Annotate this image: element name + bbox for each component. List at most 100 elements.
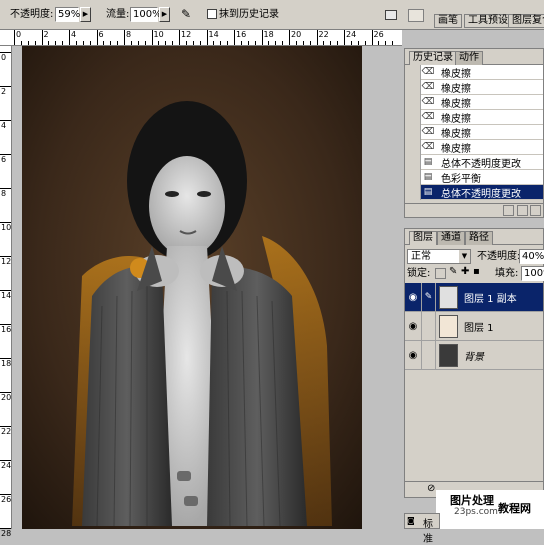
history-item[interactable]: ▤ 色彩平衡 [405,169,543,185]
opacity-slider-button[interactable]: ▶ [80,7,91,22]
layer-row[interactable]: ◉ 背景 [405,340,543,370]
layer-style-icon[interactable]: ⊘ [427,483,435,494]
history-brush-source[interactable] [405,94,421,110]
well-tab-layer-comps[interactable]: 图层复合 [508,14,544,28]
history-item-label: 橡皮擦 [441,113,471,125]
eraser-icon: ⌫ [421,82,435,92]
vertical-ruler: 0 2 4 6 8 10 12 14 16 18 20 22 24 26 28 [0,46,12,538]
layer-name[interactable]: 图层 1 副本 [458,290,517,305]
tab-paths[interactable]: 路径 [465,231,493,245]
layer-thumbnail[interactable] [439,314,458,338]
history-brush-source[interactable] [405,169,421,185]
ruler-minor-tick [192,41,194,45]
history-item[interactable]: ▤ 总体不透明度更改 [405,184,543,200]
flow-field[interactable]: 100% [130,7,162,22]
history-item[interactable]: ⌫ 橡皮擦 [405,94,543,110]
lock-image-icon[interactable]: ✎ [449,266,457,277]
document-image[interactable] [22,46,362,529]
palette-well: 画笔 工具预设 图层复合 [402,0,544,30]
history-item[interactable]: ⌫ 橡皮擦 [405,79,543,95]
eye-icon[interactable]: ◉ [405,282,422,312]
tab-channels[interactable]: 通道 [437,231,465,245]
history-item-label: 总体不透明度更改 [441,188,521,200]
trash-icon[interactable] [530,205,541,216]
blend-mode-select[interactable]: 正常 ▼ [407,249,471,264]
flow-slider-button[interactable]: ▶ [159,7,170,22]
tab-history[interactable]: 历史记录 [409,51,457,65]
ruler-minor-tick [48,41,50,45]
history-panel: 历史记录 动作 ⌫ 橡皮擦 ⌫ 橡皮擦 ⌫ 橡皮擦 ⌫ 橡皮擦 ⌫ 橡皮擦 ⌫ 橡皮擦 ▤ 总体不透明度更… [404,48,544,218]
new-snapshot-icon[interactable] [517,205,528,216]
layers-panel-tabs: 图层 通道 路径 [405,229,543,245]
lock-transparency-icon[interactable] [435,268,446,279]
layer-opacity-field[interactable]: 40% [519,249,544,264]
history-brush-source[interactable] [405,184,421,200]
ruler-tick [234,30,235,45]
palette-toggle-icon[interactable] [385,10,397,20]
ruler-minor-tick [55,41,57,45]
brush-icon[interactable] [422,311,436,341]
history-brush-source[interactable] [405,109,421,125]
eye-icon[interactable]: ◉ [405,340,422,370]
erase-to-history-checkbox[interactable] [207,9,217,19]
ruler-minor-tick [350,41,352,45]
new-document-from-state-icon[interactable] [503,205,514,216]
ruler-minor-tick [282,41,284,45]
history-brush-source[interactable] [405,139,421,155]
ruler-label: 14 [208,30,219,39]
lock-position-icon[interactable]: ✚ [461,266,469,277]
status-bar: ◙ 标准 [404,513,440,545]
history-brush-source[interactable] [405,154,421,170]
layer-thumbnail[interactable] [439,285,458,309]
ruler-tick [261,30,263,45]
ruler-label: 0 [16,30,22,39]
history-brush-source[interactable] [405,64,421,80]
fill-field[interactable]: 100% [521,266,544,281]
history-item[interactable]: ⌫ 橡皮擦 [405,64,543,80]
layer-name[interactable]: 背景 [458,348,484,363]
ruler-minor-tick [275,41,277,45]
layer-row[interactable]: ◉ ✎ 图层 1 副本 [405,282,543,312]
well-tab-tool-presets[interactable]: 工具预设 [464,14,512,28]
ruler-tick [179,30,180,45]
history-item-label: 橡皮擦 [441,83,471,95]
ruler-label: 16 [236,30,247,39]
ruler-tick [14,30,15,45]
ruler-minor-tick [137,41,139,45]
lock-all-icon[interactable]: ▪ [473,266,480,277]
ruler-label: 2 [43,30,49,39]
layer-row[interactable]: ◉ 图层 1 [405,311,543,341]
tab-actions[interactable]: 动作 [455,51,483,65]
chevron-down-icon[interactable]: ▼ [459,250,470,263]
opacity-field[interactable]: 59% [55,7,80,22]
history-item[interactable]: ⌫ 橡皮擦 [405,139,543,155]
history-brush-source[interactable] [405,79,421,95]
ruler-label: 10 [1,223,12,232]
history-item[interactable]: ⌫ 橡皮擦 [405,109,543,125]
eye-icon[interactable]: ◉ [405,311,422,341]
ruler-label: 16 [1,325,12,334]
ruler-minor-tick [144,41,146,45]
ruler-minor-tick [357,41,359,45]
brush-icon[interactable]: ✎ [422,282,436,312]
ruler-minor-tick [323,41,325,45]
history-item[interactable]: ▤ 总体不透明度更改 [405,154,543,170]
ruler-minor-tick [240,41,242,45]
well-tab-brushes[interactable]: 画笔 [434,14,462,28]
ruler-minor-tick [268,41,270,45]
airbrush-icon[interactable]: ✎ [178,6,194,22]
ruler-minor-tick [378,41,380,45]
layer-name[interactable]: 图层 1 [458,319,494,334]
history-brush-source[interactable] [405,124,421,140]
ruler-minor-tick [158,41,160,45]
file-browser-icon[interactable] [408,9,424,22]
history-item[interactable]: ⌫ 橡皮擦 [405,124,543,140]
ruler-label: 24 [1,461,12,470]
tab-layers[interactable]: 图层 [409,231,437,245]
ruler-minor-tick [337,41,339,45]
ruler-minor-tick [385,41,387,45]
layer-thumbnail[interactable] [439,343,458,367]
document-canvas-area[interactable] [12,46,402,529]
brush-icon[interactable] [422,340,436,370]
history-item-label: 总体不透明度更改 [441,158,521,170]
